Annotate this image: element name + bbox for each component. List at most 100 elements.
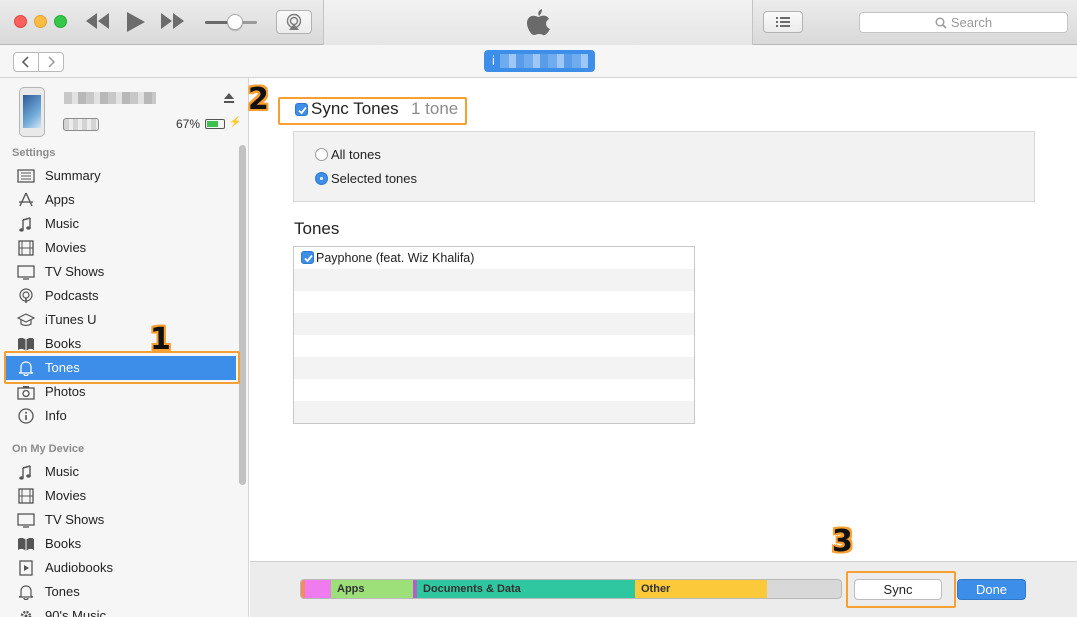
sidebar-item-label: TV Shows — [45, 512, 105, 527]
empty-row — [294, 401, 694, 423]
all-tones-radio[interactable] — [315, 148, 328, 161]
graduation-cap-icon — [16, 312, 36, 328]
summary-icon — [17, 168, 35, 184]
audiobook-icon — [17, 560, 35, 576]
gear-icon — [17, 608, 35, 617]
status-display — [323, 0, 753, 45]
volume-knob[interactable] — [227, 14, 243, 30]
sidebar-item-tv-shows[interactable]: TV Shows — [6, 260, 236, 284]
done-button[interactable]: Done — [957, 579, 1026, 600]
sidebar-item-label: Music — [45, 216, 79, 231]
podcast-icon — [17, 288, 35, 304]
sidebar-item-label: 90's Music — [45, 608, 107, 617]
empty-row — [294, 379, 694, 401]
device-item-books[interactable]: Books — [6, 532, 236, 556]
device-pill-label: i — [492, 53, 495, 68]
bell-icon — [17, 584, 35, 601]
sidebar-item-apps[interactable]: Apps — [6, 188, 236, 212]
sidebar-item-label: TV Shows — [45, 264, 105, 279]
capacity-segment: Other — [635, 580, 767, 598]
tones-heading: Tones — [294, 219, 340, 238]
rewind-icon[interactable] — [84, 11, 110, 31]
sidebar-item-label: Music — [45, 464, 79, 479]
device-button[interactable]: i — [484, 50, 595, 72]
device-item-audiobooks[interactable]: Audiobooks — [6, 556, 236, 580]
fast-forward-icon[interactable] — [160, 11, 186, 31]
forward-button[interactable] — [38, 52, 64, 72]
device-item-movies[interactable]: Movies — [6, 484, 236, 508]
sidebar-item-label: Books — [45, 336, 82, 351]
eject-icon[interactable] — [223, 92, 235, 104]
sidebar-item-label: Books — [45, 536, 82, 551]
settings-heading: Settings — [12, 147, 56, 159]
tone-checkbox[interactable] — [301, 251, 314, 264]
minimize-window-button[interactable] — [34, 15, 47, 28]
tone-row[interactable]: Payphone (feat. Wiz Khalifa) — [294, 247, 694, 269]
film-icon — [17, 240, 35, 256]
selected-tones-radio[interactable] — [315, 172, 328, 185]
sidebar-scrollbar[interactable] — [239, 145, 246, 485]
sidebar-scroll-thumb[interactable] — [239, 145, 246, 485]
up-next-button[interactable] — [763, 11, 803, 33]
device-item-music[interactable]: Music — [6, 460, 236, 484]
sidebar-item-label: Apps — [45, 192, 75, 207]
step3-highlight — [846, 571, 956, 608]
empty-row — [294, 357, 694, 379]
sidebar-item-label: Info — [45, 408, 67, 423]
empty-row — [294, 335, 694, 357]
device-item-tv-shows[interactable]: TV Shows — [6, 508, 236, 532]
empty-row — [294, 313, 694, 335]
zoom-window-button[interactable] — [54, 15, 67, 28]
play-icon[interactable] — [124, 10, 146, 34]
checkmark-icon — [304, 254, 313, 263]
step2-highlight — [278, 97, 467, 125]
sidebar-item-music[interactable]: Music — [6, 212, 236, 236]
airplay-icon — [286, 13, 302, 30]
sync-options-panel: All tones Selected tones — [293, 131, 1035, 202]
empty-row — [294, 291, 694, 313]
capacity-segment — [305, 580, 331, 598]
capacity-bar[interactable]: Apps Documents & Data Other — [300, 579, 842, 599]
device-item-tones[interactable]: Tones — [6, 580, 236, 604]
step1-marker: 1 — [150, 322, 171, 357]
back-button[interactable] — [13, 52, 39, 72]
close-window-button[interactable] — [14, 15, 27, 28]
sidebar-item-movies[interactable]: Movies — [6, 236, 236, 260]
sidebar-item-podcasts[interactable]: Podcasts — [6, 284, 236, 308]
sidebar-item-label: Photos — [45, 384, 86, 399]
device-item-90-s-music[interactable]: 90's Music — [6, 604, 236, 617]
apps-icon — [17, 192, 35, 208]
selected-tones-label[interactable]: Selected tones — [331, 171, 417, 186]
apple-logo-icon — [527, 9, 550, 36]
sidebar-item-summary[interactable]: Summary — [6, 164, 236, 188]
music-note-icon — [17, 216, 35, 232]
sidebar: 67% ⚡ Settings Summary Apps Music Movies TV … — [0, 78, 249, 617]
airplay-button[interactable] — [276, 10, 312, 34]
info-icon — [17, 408, 35, 424]
search-icon — [935, 17, 947, 29]
redacted-device-name-sidebar — [64, 92, 156, 104]
search-field[interactable]: Search — [859, 12, 1068, 33]
step2-marker: 2 — [248, 82, 269, 117]
search-placeholder: Search — [950, 15, 993, 30]
sidebar-item-label: iTunes U — [45, 312, 97, 327]
navigation-bar: i — [0, 45, 1077, 78]
sidebar-item-label: Audiobooks — [45, 560, 113, 575]
on-my-device-heading: On My Device — [12, 443, 85, 455]
chevron-right-icon — [48, 56, 56, 68]
sidebar-item-label: Summary — [45, 168, 101, 183]
sidebar-item-itunes-u[interactable]: iTunes U — [6, 308, 236, 332]
empty-row — [294, 269, 694, 291]
tones-list[interactable]: Payphone (feat. Wiz Khalifa) — [293, 246, 695, 424]
iphone-icon — [19, 87, 45, 137]
battery-icon — [205, 119, 225, 129]
book-icon — [17, 336, 35, 352]
tv-icon — [17, 512, 35, 528]
redacted-device-name — [500, 54, 588, 68]
sidebar-item-label: Movies — [45, 488, 87, 503]
music-note-icon — [17, 464, 35, 480]
sidebar-item-info[interactable]: Info — [6, 404, 236, 428]
sidebar-item-label: Podcasts — [45, 288, 99, 303]
step3-marker: 3 — [832, 524, 853, 559]
all-tones-label[interactable]: All tones — [331, 147, 381, 162]
